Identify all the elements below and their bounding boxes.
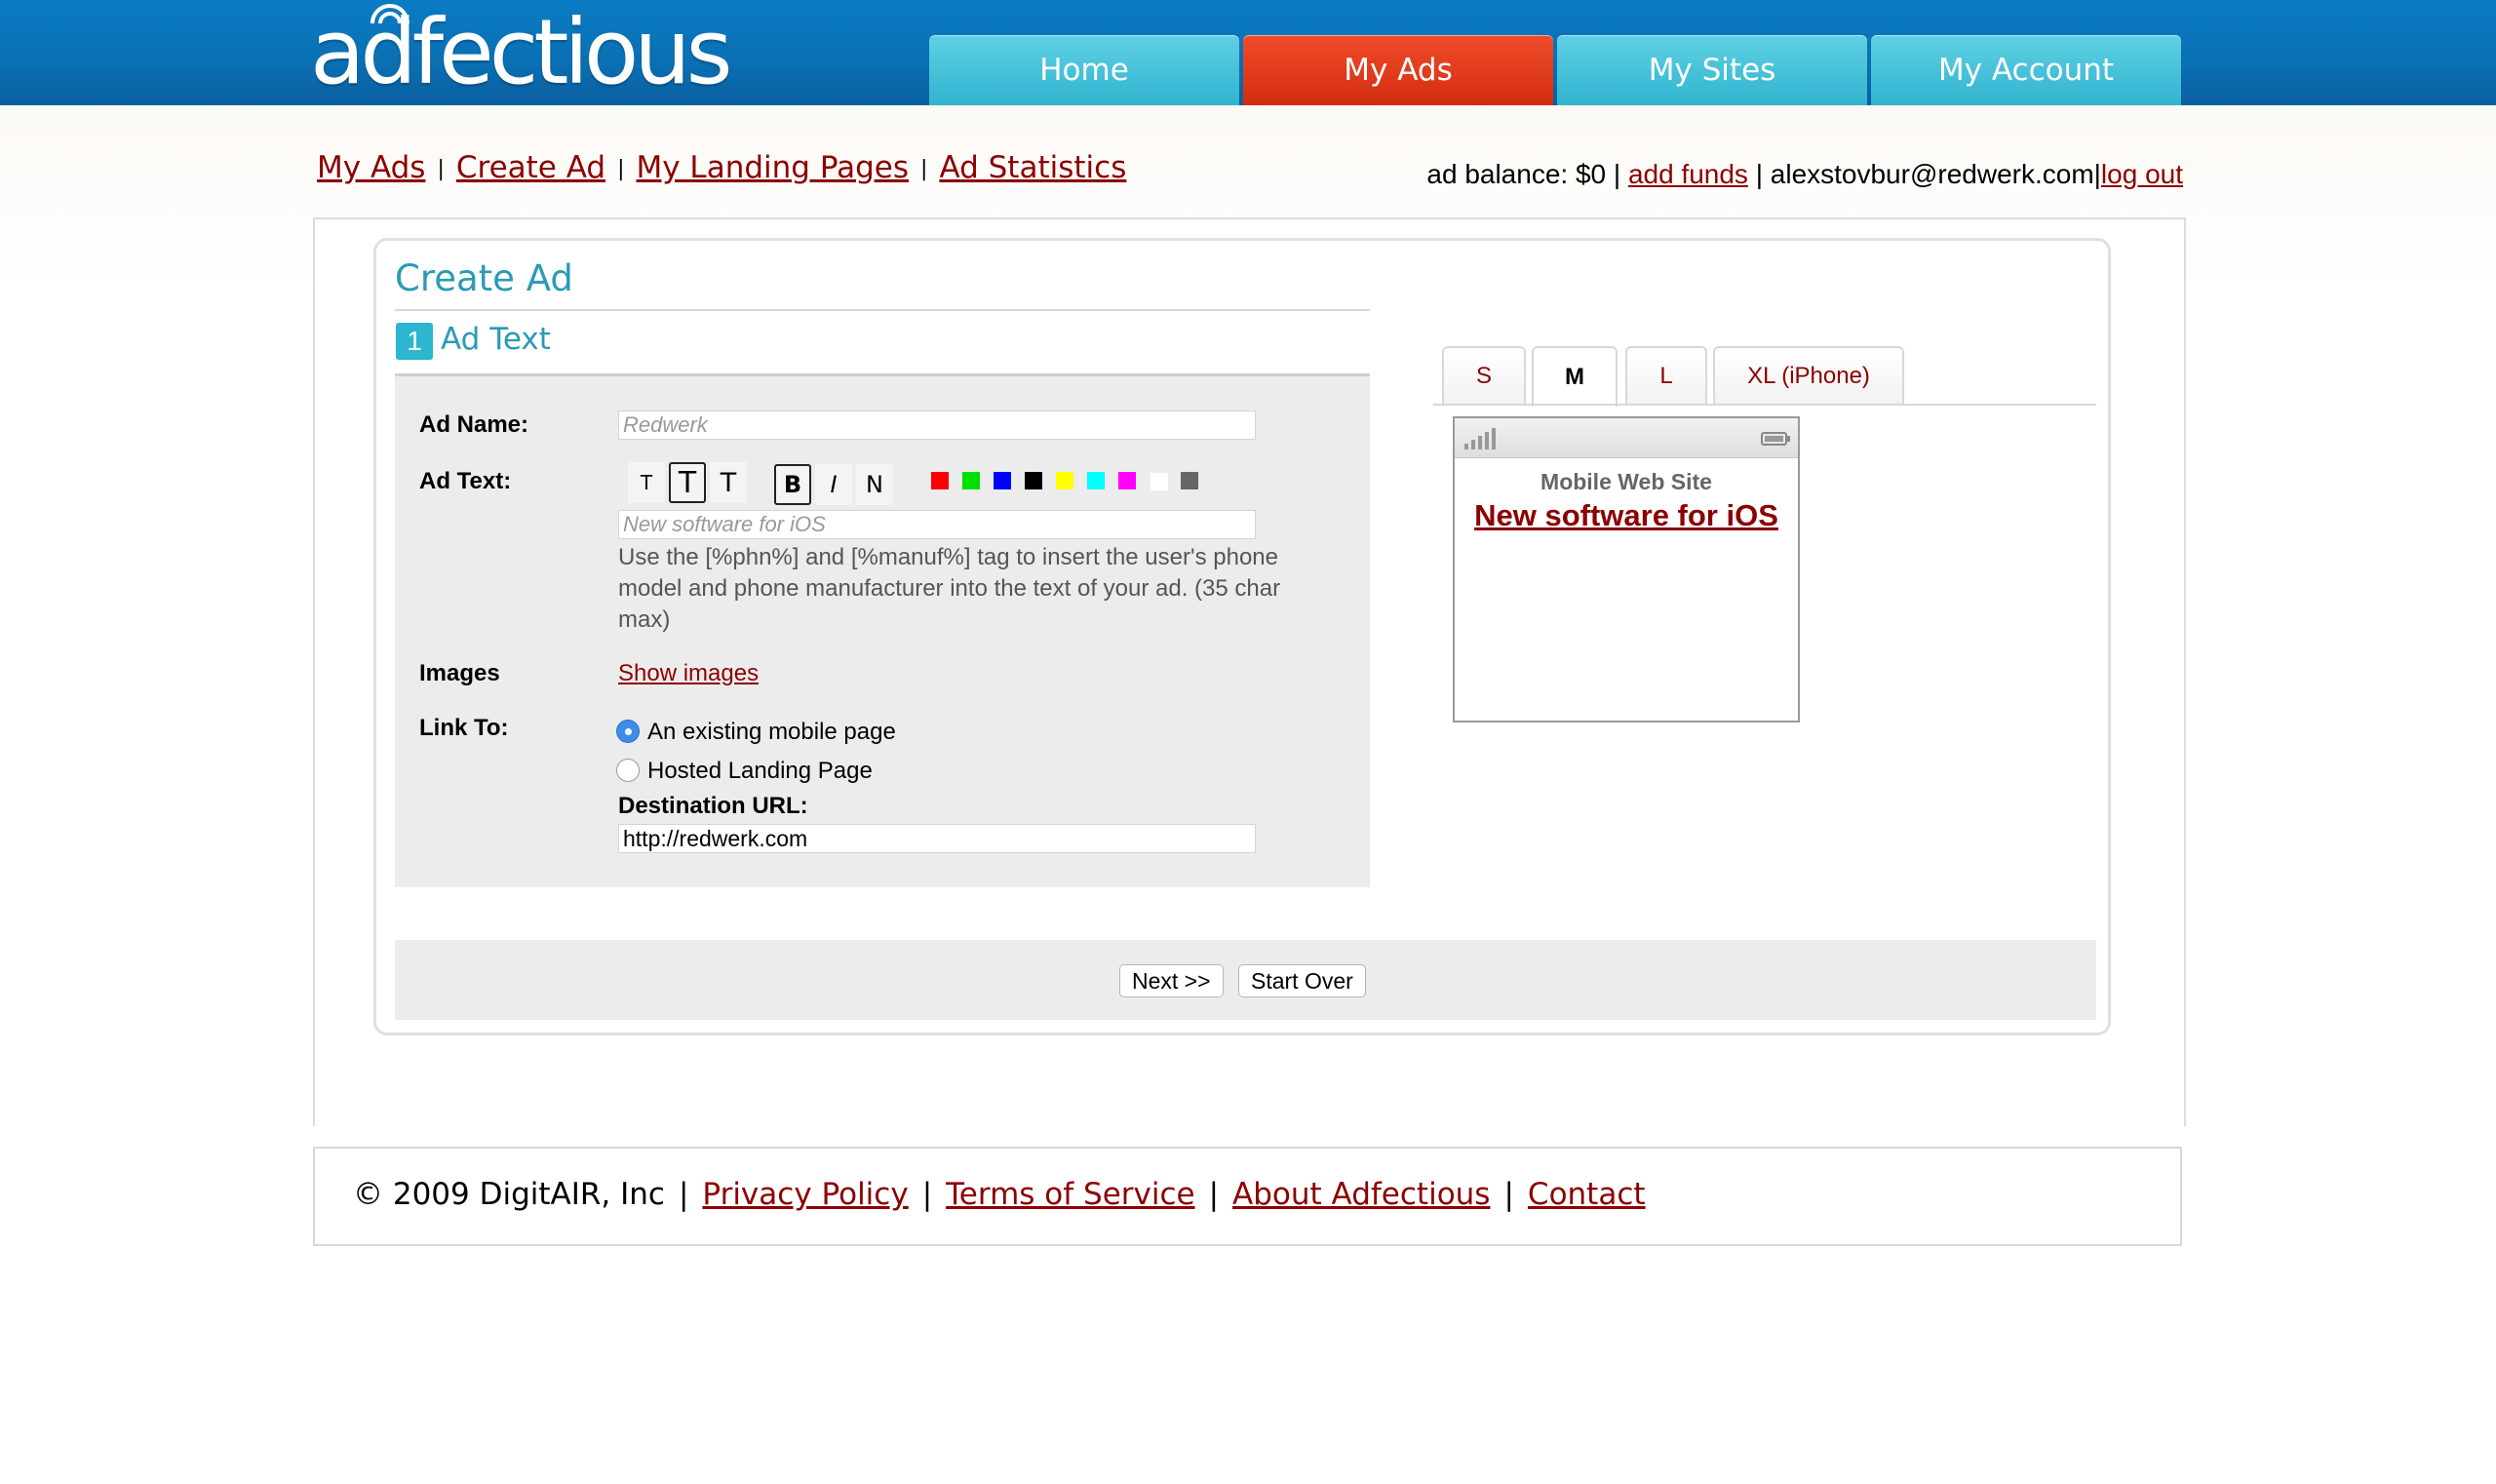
footer-separator: | (1208, 1177, 1220, 1212)
ad-name-label: Ad Name: (419, 411, 529, 438)
color-swatch[interactable] (1025, 472, 1042, 489)
font-size-large-button[interactable]: T (710, 462, 747, 503)
footer-separator: | (921, 1177, 933, 1212)
preview-tabs-divider (1433, 404, 2096, 406)
color-swatch[interactable] (1087, 472, 1105, 489)
subnav-my-ads[interactable]: My Ads (317, 150, 425, 185)
contact-link[interactable]: Contact (1528, 1177, 1646, 1212)
preview-ad-text[interactable]: New software for iOS (1455, 498, 1798, 533)
nav-tab-my-sites[interactable]: My Sites (1557, 35, 1867, 105)
font-size-small-button[interactable]: T (628, 462, 665, 503)
ad-text-input[interactable] (618, 510, 1256, 539)
subnav-ad-statistics[interactable]: Ad Statistics (939, 150, 1126, 185)
adfectious-logo[interactable]: adfectious (310, 4, 733, 101)
footer-separator: | (1503, 1177, 1514, 1212)
existing-page-label[interactable]: An existing mobile page (647, 719, 896, 746)
subnav-landing-pages[interactable]: My Landing Pages (636, 150, 909, 185)
link-to-label: Link To: (419, 715, 509, 741)
ad-balance: ad balance: $0 | (1426, 159, 1621, 189)
nav-tab-my-ads[interactable]: My Ads (1243, 35, 1553, 105)
phone-preview: Mobile Web Site New software for iOS (1453, 416, 1800, 722)
signal-icon (370, 4, 410, 24)
preview-site-label: Mobile Web Site (1540, 469, 1712, 494)
subnav-separator: | (617, 157, 625, 181)
account-info: ad balance: $0 | add funds | alexstovbur… (1426, 159, 2183, 190)
sub-nav: My Ads | Create Ad | My Landing Pages | Ad Sta… (317, 150, 1126, 185)
italic-button[interactable]: I (815, 464, 852, 505)
show-images-link[interactable]: Show images (618, 660, 759, 687)
destination-url-label: Destination URL: (618, 793, 808, 819)
title-divider (395, 309, 1370, 311)
ad-text-label: Ad Text: (419, 468, 512, 494)
user-email: | alexstovbur@redwerk.com| (1755, 159, 2101, 189)
next-button[interactable]: Next >> (1119, 964, 1224, 997)
footer-separator: | (678, 1177, 689, 1212)
color-swatch[interactable] (1181, 472, 1198, 489)
preview-tab-s[interactable]: S (1442, 346, 1526, 405)
color-swatch[interactable] (1150, 472, 1169, 491)
copyright-text: © 2009 DigitAIR, Inc (353, 1177, 665, 1212)
signal-strength-icon (1464, 428, 1496, 449)
color-swatch[interactable] (1056, 472, 1073, 489)
font-size-medium-button[interactable]: T (669, 462, 706, 503)
step-label: Ad Text (441, 322, 551, 357)
preview-tab-l[interactable]: L (1625, 346, 1707, 405)
add-funds-link[interactable]: add funds (1628, 159, 1748, 189)
terms-of-service-link[interactable]: Terms of Service (946, 1177, 1194, 1212)
radio-hosted-landing[interactable] (616, 759, 640, 782)
subnav-separator: | (920, 157, 928, 181)
bold-button[interactable]: B (774, 464, 811, 505)
step-number-badge: 1 (396, 323, 433, 360)
nav-tab-home[interactable]: Home (929, 35, 1239, 105)
log-out-link[interactable]: log out (2101, 159, 2183, 189)
ad-name-input[interactable] (618, 410, 1256, 440)
color-swatch[interactable] (931, 472, 949, 489)
color-swatch[interactable] (962, 472, 980, 489)
phone-status-bar (1455, 418, 1798, 458)
color-swatch[interactable] (1118, 472, 1136, 489)
preview-tab-xl-iphone[interactable]: XL (iPhone) (1713, 346, 1904, 405)
nav-tab-my-account[interactable]: My Account (1871, 35, 2181, 105)
footer-links: © 2009 DigitAIR, Inc | Privacy Policy | Term… (353, 1177, 1646, 1212)
radio-existing-page[interactable] (616, 720, 640, 743)
privacy-policy-link[interactable]: Privacy Policy (702, 1177, 908, 1212)
images-label: Images (419, 660, 500, 686)
color-swatch[interactable] (994, 472, 1011, 489)
hosted-landing-label[interactable]: Hosted Landing Page (647, 758, 873, 785)
page-title: Create Ad (395, 257, 573, 299)
subnav-create-ad[interactable]: Create Ad (456, 150, 605, 185)
destination-url-input[interactable] (618, 824, 1256, 853)
normal-style-button[interactable]: N (856, 464, 893, 505)
preview-tab-m[interactable]: M (1532, 346, 1618, 407)
about-adfectious-link[interactable]: About Adfectious (1232, 1177, 1490, 1212)
subnav-separator: | (437, 157, 445, 181)
top-header: adfectious Home My Ads My Sites My Accou… (0, 0, 2496, 105)
start-over-button[interactable]: Start Over (1238, 964, 1366, 997)
ad-text-help: Use the [%phn%] and [%manuf%] tag to ins… (618, 544, 1281, 633)
battery-icon (1761, 432, 1790, 446)
